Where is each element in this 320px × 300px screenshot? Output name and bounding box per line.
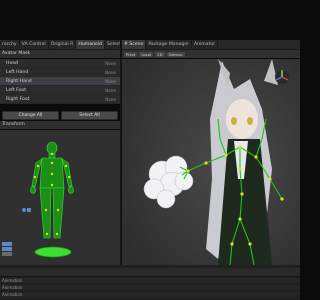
tab-package-manager[interactable]: Package Manager	[146, 40, 192, 49]
top-backdrop	[0, 0, 300, 40]
select-all-button[interactable]: Select All	[61, 111, 118, 120]
mask-row-left-foot[interactable]: Left Foot None	[0, 86, 120, 95]
timeline-toolbar	[0, 268, 300, 277]
mask-row-value: None	[105, 60, 116, 66]
mask-row-label: Right Hand	[6, 78, 32, 84]
track-label: Animation	[2, 285, 23, 290]
scene-tabbar: # Scene Package Manager Animator	[122, 40, 300, 50]
timeline-track[interactable]: Animation	[0, 278, 300, 283]
change-all-button[interactable]: Change All	[2, 111, 59, 120]
timeline-track[interactable]: Animation	[0, 285, 300, 290]
mask-row-value: None	[105, 78, 116, 84]
figure-right-leg	[52, 187, 65, 239]
figure-head	[46, 141, 58, 155]
mask-row-value: None	[105, 69, 116, 75]
gizmos-dropdown[interactable]: Gizmos	[166, 51, 185, 57]
right-eye	[247, 117, 253, 125]
mask-row-right-hand[interactable]: Right Hand None	[0, 77, 120, 86]
figure-root-ellipse	[34, 246, 72, 258]
tab-va-control[interactable]: VA Control	[20, 40, 49, 49]
tab-scene[interactable]: # Scene	[122, 40, 147, 49]
ik-icon	[22, 208, 31, 212]
tab-original[interactable]: Original R	[49, 40, 77, 49]
tab-animator[interactable]: Animator	[192, 40, 219, 49]
humanoid-body-area	[0, 130, 120, 265]
mask-button-row: Change All Select All	[0, 111, 120, 120]
scene-render	[122, 59, 300, 265]
mask-row-label: Left Hand	[6, 69, 29, 75]
mask-section-header[interactable]: Avatar Mask	[0, 50, 120, 58]
mask-row-label: Left Foot	[6, 87, 27, 93]
mask-row-value: None	[105, 87, 116, 93]
mask-row-label: Head	[6, 60, 19, 66]
transform-section-header[interactable]: Transform	[0, 121, 120, 129]
left-panel-tabbar: rarchy VA Control Original R Humanoid Se…	[0, 40, 159, 50]
2d-toggle[interactable]: 2D	[155, 51, 165, 57]
timeline-track[interactable]: Animation	[0, 292, 300, 297]
local-toggle[interactable]: Local	[139, 51, 154, 57]
tab-humanoid[interactable]: Humanoid	[76, 40, 105, 49]
tab-hierarchy[interactable]: rarchy	[0, 40, 20, 49]
mask-row-label: Right Foot	[6, 96, 30, 102]
mask-row-value: None	[105, 96, 116, 102]
orientation-gizmo	[275, 70, 289, 84]
figure-left-leg	[39, 187, 52, 239]
pivot-toggle[interactable]: Pivot	[124, 51, 138, 57]
mask-row-right-foot[interactable]: Right Foot None	[0, 95, 120, 104]
mask-row-head[interactable]: Head None	[0, 59, 120, 68]
figure-right-hand	[68, 186, 74, 194]
scene-toolbar: Pivot Local 2D Gizmos	[122, 50, 300, 58]
finger-toggle-icons	[2, 242, 12, 256]
humanoid-figure	[2, 141, 74, 258]
left-eye	[231, 117, 237, 125]
track-label: Animation	[2, 278, 23, 283]
mask-list: Head None Left Hand None Right Hand None…	[0, 59, 120, 104]
track-label: Animation	[2, 292, 23, 297]
scene-viewport[interactable]	[122, 59, 300, 265]
character-face	[226, 99, 258, 139]
figure-left-hand	[30, 186, 36, 194]
mask-row-left-hand[interactable]: Left Hand None	[0, 68, 120, 77]
